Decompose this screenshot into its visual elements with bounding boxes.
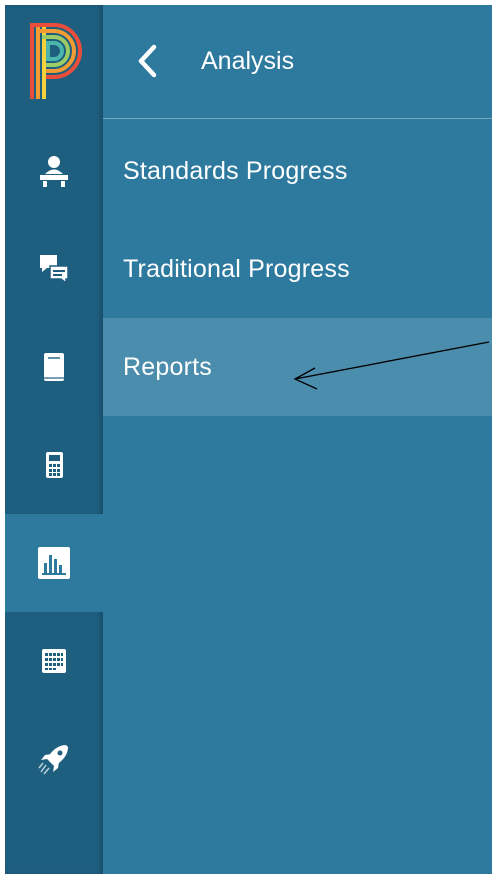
annotation-arrow [293, 341, 490, 390]
